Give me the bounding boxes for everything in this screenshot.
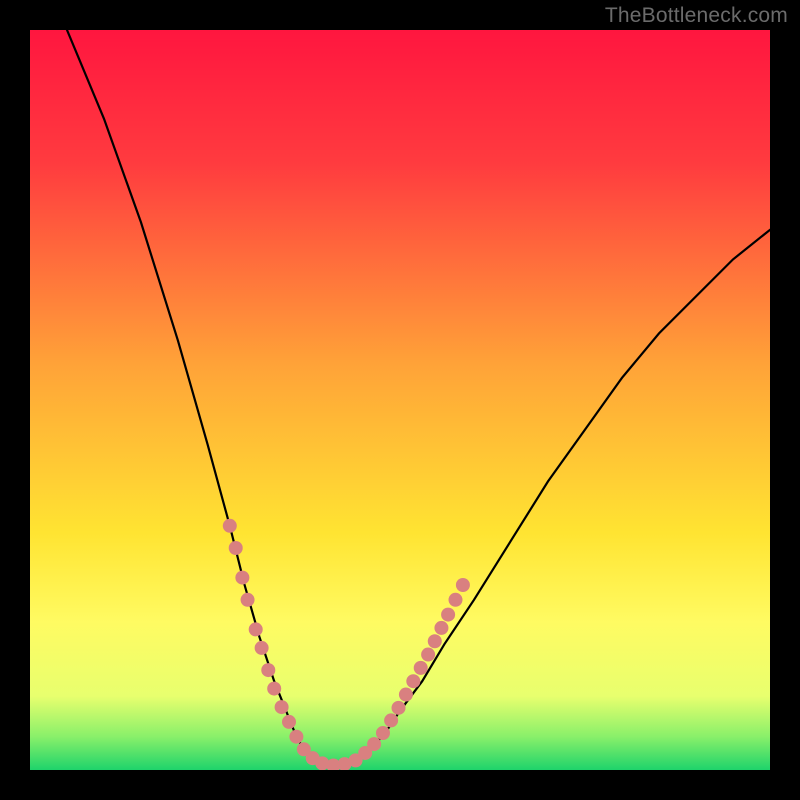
bead-marker xyxy=(421,648,435,662)
plot-area xyxy=(30,30,770,770)
bead-marker xyxy=(376,726,390,740)
bead-marker xyxy=(449,593,463,607)
curve-layer xyxy=(30,30,770,770)
bead-marker xyxy=(399,688,413,702)
bead-marker xyxy=(282,715,296,729)
bead-marker xyxy=(367,737,381,751)
bead-marker xyxy=(392,701,406,715)
bead-marker xyxy=(428,634,442,648)
bead-marker xyxy=(255,641,269,655)
bottleneck-curve xyxy=(67,30,770,766)
bead-marker xyxy=(261,663,275,677)
bead-markers xyxy=(223,519,470,770)
bead-marker xyxy=(267,682,281,696)
bead-marker xyxy=(456,578,470,592)
bead-marker xyxy=(434,621,448,635)
bead-marker xyxy=(275,700,289,714)
bead-marker xyxy=(229,541,243,555)
bead-marker xyxy=(406,674,420,688)
bead-marker xyxy=(241,593,255,607)
watermark-text: TheBottleneck.com xyxy=(605,4,788,28)
bead-marker xyxy=(441,608,455,622)
bead-marker xyxy=(223,519,237,533)
bead-marker xyxy=(249,622,263,636)
bead-marker xyxy=(384,713,398,727)
chart-frame: TheBottleneck.com xyxy=(0,0,800,800)
bead-marker xyxy=(289,730,303,744)
bead-marker xyxy=(414,661,428,675)
bead-marker xyxy=(235,571,249,585)
